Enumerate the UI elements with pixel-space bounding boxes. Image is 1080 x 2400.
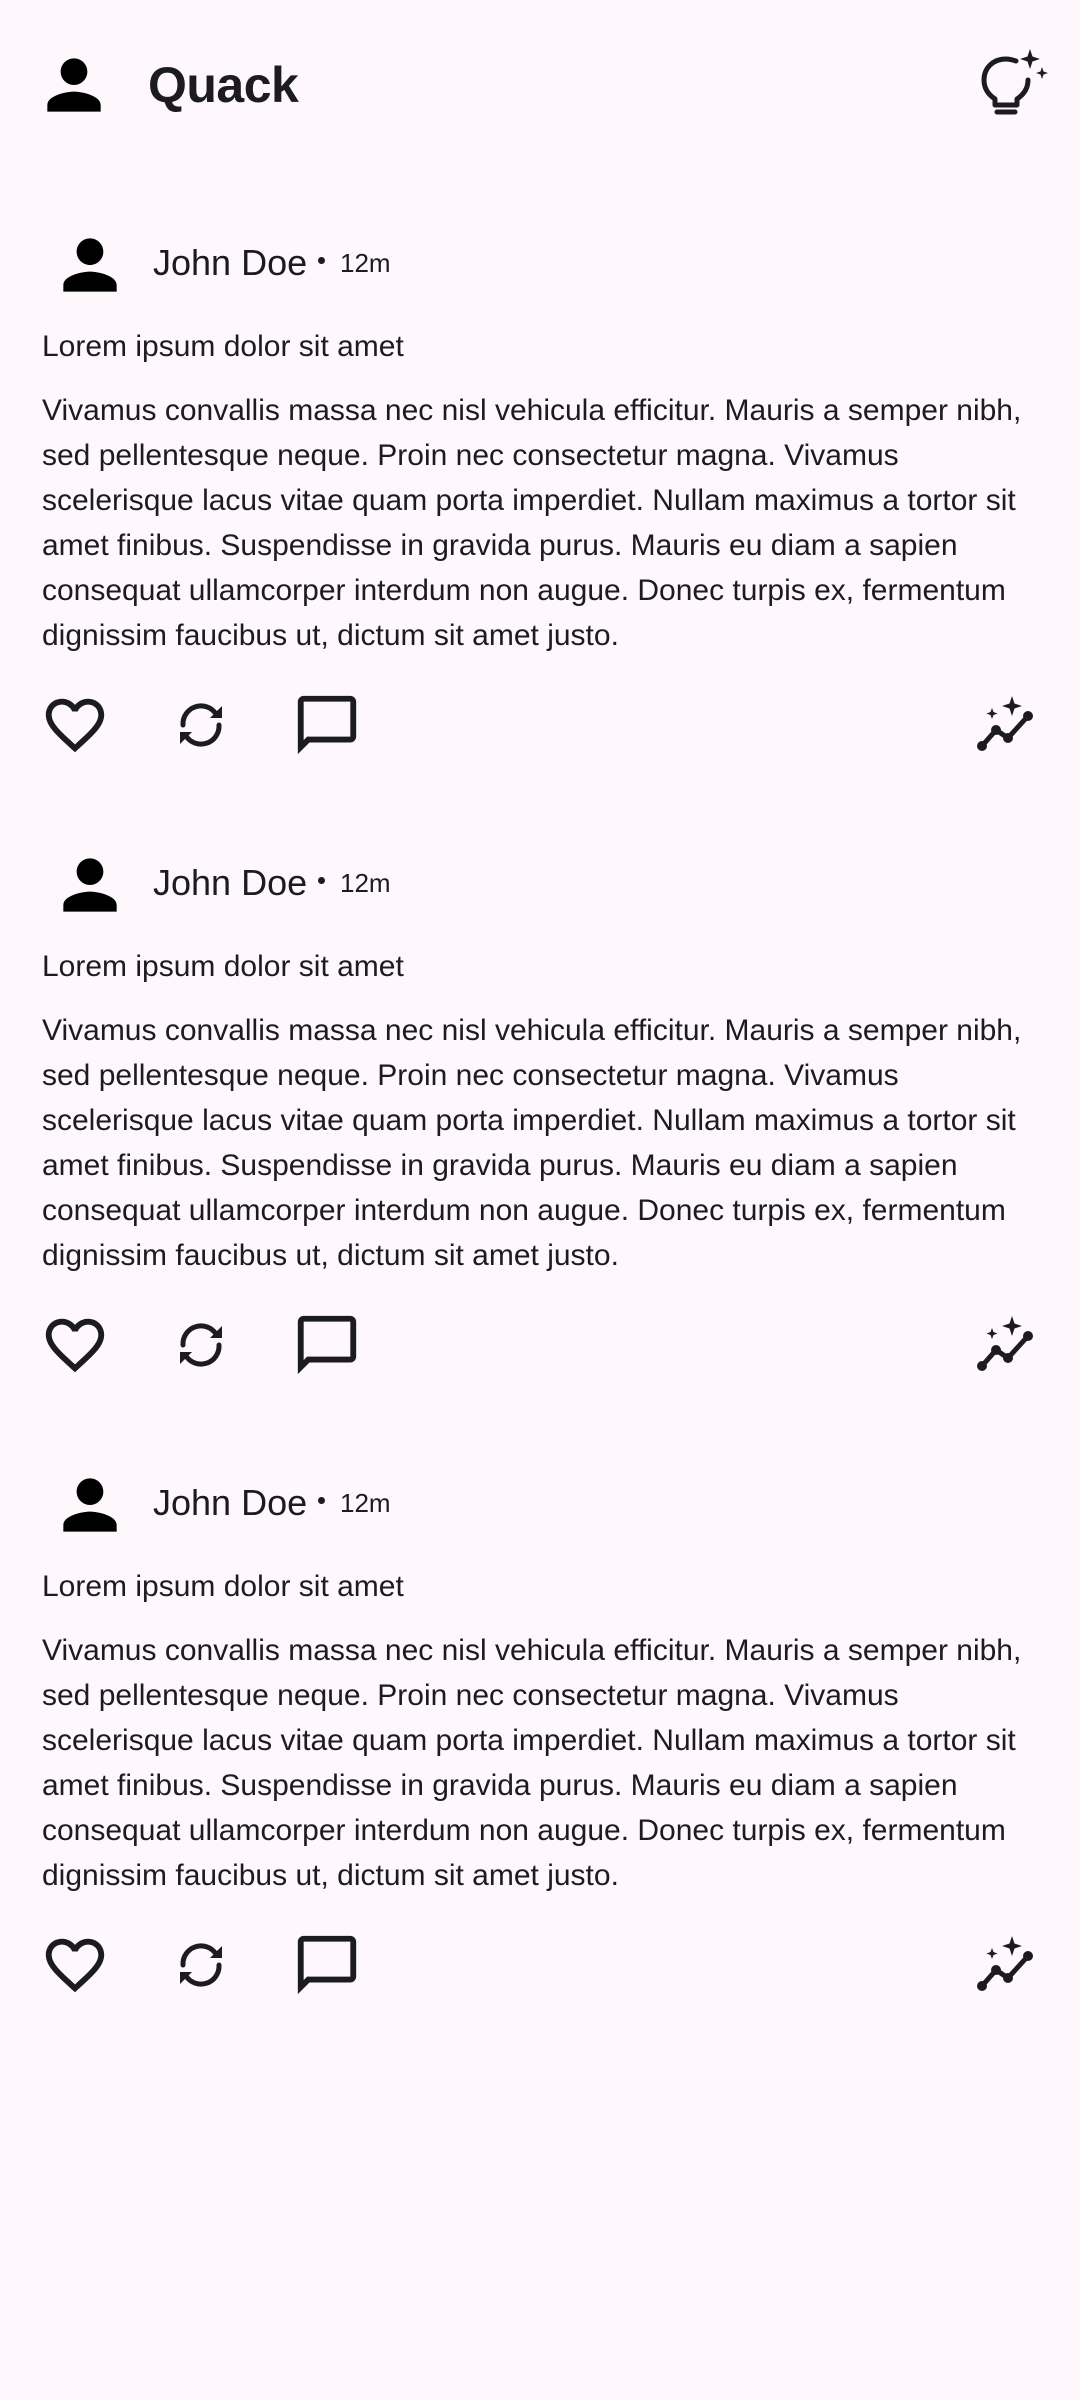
analytics-button[interactable]	[972, 690, 1042, 760]
post-card[interactable]: John Doe 12m Lorem ipsum dolor sit amet …	[0, 205, 1080, 825]
repost-icon	[180, 1943, 222, 1987]
repost-button[interactable]	[166, 1310, 236, 1380]
repost-icon	[180, 1323, 222, 1367]
repost-icon	[180, 703, 222, 747]
like-button[interactable]	[40, 690, 110, 760]
author-name[interactable]: John Doe	[153, 237, 307, 289]
post-title: Lorem ipsum dolor sit amet	[42, 950, 404, 983]
post-body: Vivamus convallis massa nec nisl vehicul…	[42, 1014, 1022, 1272]
analytics-button[interactable]	[972, 1930, 1042, 2000]
post-body: Vivamus convallis massa nec nisl vehicul…	[42, 394, 1022, 652]
author-avatar[interactable]	[50, 1465, 130, 1545]
lightbulb-sparkle-icon	[981, 49, 1048, 115]
comment-button[interactable]	[292, 1930, 362, 2000]
profile-avatar-button[interactable]	[34, 45, 114, 125]
comment-icon	[297, 1315, 357, 1375]
post-timestamp: 12m	[340, 248, 391, 278]
author-name[interactable]: John Doe	[153, 857, 307, 909]
analytics-sparkle-icon	[977, 1936, 1033, 1991]
heart-icon	[45, 698, 105, 753]
separator-dot	[318, 257, 325, 264]
analytics-sparkle-icon	[977, 696, 1033, 751]
author-name[interactable]: John Doe	[153, 1477, 307, 1529]
post-feed: John Doe 12m Lorem ipsum dolor sit amet …	[0, 205, 1080, 2065]
like-button[interactable]	[40, 1930, 110, 2000]
comment-icon	[297, 695, 357, 755]
author-avatar[interactable]	[50, 845, 130, 925]
separator-dot	[318, 877, 325, 884]
post-title: Lorem ipsum dolor sit amet	[42, 330, 404, 363]
repost-button[interactable]	[166, 1930, 236, 2000]
app-title: Quack	[148, 57, 299, 113]
comment-button[interactable]	[292, 690, 362, 760]
person-icon	[63, 858, 117, 912]
person-icon	[63, 1478, 117, 1532]
idea-button[interactable]	[970, 45, 1050, 125]
author-avatar[interactable]	[50, 225, 130, 305]
analytics-sparkle-icon	[977, 1316, 1033, 1371]
person-icon	[47, 58, 101, 112]
post-card[interactable]: John Doe 12m Lorem ipsum dolor sit amet …	[0, 1445, 1080, 2065]
post-timestamp: 12m	[340, 868, 391, 898]
heart-icon	[45, 1938, 105, 1993]
post-title: Lorem ipsum dolor sit amet	[42, 1570, 404, 1603]
like-button[interactable]	[40, 1310, 110, 1380]
comment-icon	[297, 1935, 357, 1995]
separator-dot	[318, 1497, 325, 1504]
post-card[interactable]: John Doe 12m Lorem ipsum dolor sit amet …	[0, 825, 1080, 1445]
post-timestamp: 12m	[340, 1488, 391, 1518]
post-body: Vivamus convallis massa nec nisl vehicul…	[42, 1634, 1022, 1892]
empty-feed-space	[0, 2070, 1080, 2400]
top-app-bar: Quack	[0, 0, 1080, 170]
repost-button[interactable]	[166, 690, 236, 760]
heart-icon	[45, 1318, 105, 1373]
analytics-button[interactable]	[972, 1310, 1042, 1380]
person-icon	[63, 238, 117, 292]
comment-button[interactable]	[292, 1310, 362, 1380]
